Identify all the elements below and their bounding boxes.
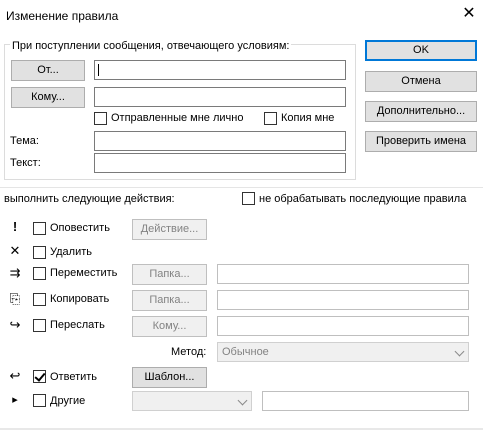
other-label: Другие (50, 395, 86, 407)
stop-processing-checkbox[interactable] (242, 192, 255, 205)
notify-checkbox[interactable] (33, 222, 46, 235)
to-field[interactable] (94, 87, 346, 107)
method-select-value: Обычное (222, 346, 269, 358)
forward-label: Переслать (50, 319, 105, 331)
method-select[interactable]: Обычное (217, 342, 469, 362)
move-label: Переместить (50, 267, 118, 279)
stop-processing-label: не обрабатывать последующие правила (259, 193, 467, 205)
cc-me-label: Копия мне (281, 112, 335, 124)
text-caret (98, 64, 99, 76)
notify-action-button[interactable]: Действие... (132, 219, 207, 240)
copy-label: Копировать (50, 293, 110, 305)
other-checkbox[interactable] (33, 394, 46, 407)
chevron-down-icon (237, 395, 248, 406)
copy-checkbox[interactable] (33, 293, 46, 306)
reply-template-button[interactable]: Шаблон... (132, 367, 207, 388)
forward-to-button[interactable]: Кому... (132, 316, 207, 337)
window-title: Изменение правила (6, 9, 119, 23)
conditions-group-label: При поступлении сообщения, отвечающего у… (10, 40, 292, 52)
forward-icon: ↪ (9, 317, 21, 332)
move-folder-button[interactable]: Папка... (132, 264, 207, 285)
cancel-button[interactable]: Отмена (365, 71, 477, 92)
other-action-select[interactable] (132, 391, 252, 411)
expand-arrow-icon[interactable]: ▸ (6, 391, 24, 409)
ok-button[interactable]: OK (365, 40, 477, 61)
subject-field[interactable] (94, 131, 346, 151)
method-label: Метод: (171, 346, 207, 358)
subject-label: Тема: (10, 135, 39, 147)
reply-label: Ответить (50, 371, 98, 383)
copy-folder-field[interactable] (217, 290, 469, 310)
forward-checkbox[interactable] (33, 319, 46, 332)
notify-label: Оповестить (50, 222, 110, 234)
move-folder-field[interactable] (217, 264, 469, 284)
move-to-folder-icon: ⇉ (9, 265, 21, 280)
section-divider (0, 187, 483, 188)
from-button[interactable]: От... (11, 60, 85, 81)
copy-to-folder-icon: ⎘ (9, 291, 21, 306)
move-checkbox[interactable] (33, 267, 46, 280)
to-button[interactable]: Кому... (11, 87, 85, 108)
actions-group-label: выполнить следующие действия: (4, 193, 175, 205)
copy-folder-button[interactable]: Папка... (132, 290, 207, 311)
body-field[interactable] (94, 153, 346, 173)
delete-label: Удалить (50, 246, 92, 258)
advanced-button[interactable]: Дополнительно... (365, 101, 477, 122)
forward-to-field[interactable] (217, 316, 469, 336)
sent-to-me-checkbox[interactable] (94, 112, 107, 125)
check-names-button[interactable]: Проверить имена (365, 131, 477, 152)
delete-icon: ✕ (9, 243, 21, 258)
close-icon[interactable]: ✕ (459, 4, 479, 24)
reply-checkbox[interactable] (33, 370, 46, 383)
exclamation-icon: ! (12, 219, 18, 234)
reply-icon: ↩ (9, 368, 21, 383)
from-field[interactable] (94, 60, 346, 80)
sent-to-me-label: Отправленные мне лично (111, 112, 244, 124)
delete-checkbox[interactable] (33, 246, 46, 259)
chevron-down-icon (454, 346, 465, 357)
body-label: Текст: (10, 157, 41, 169)
cc-me-checkbox[interactable] (264, 112, 277, 125)
other-action-field[interactable] (262, 391, 469, 411)
